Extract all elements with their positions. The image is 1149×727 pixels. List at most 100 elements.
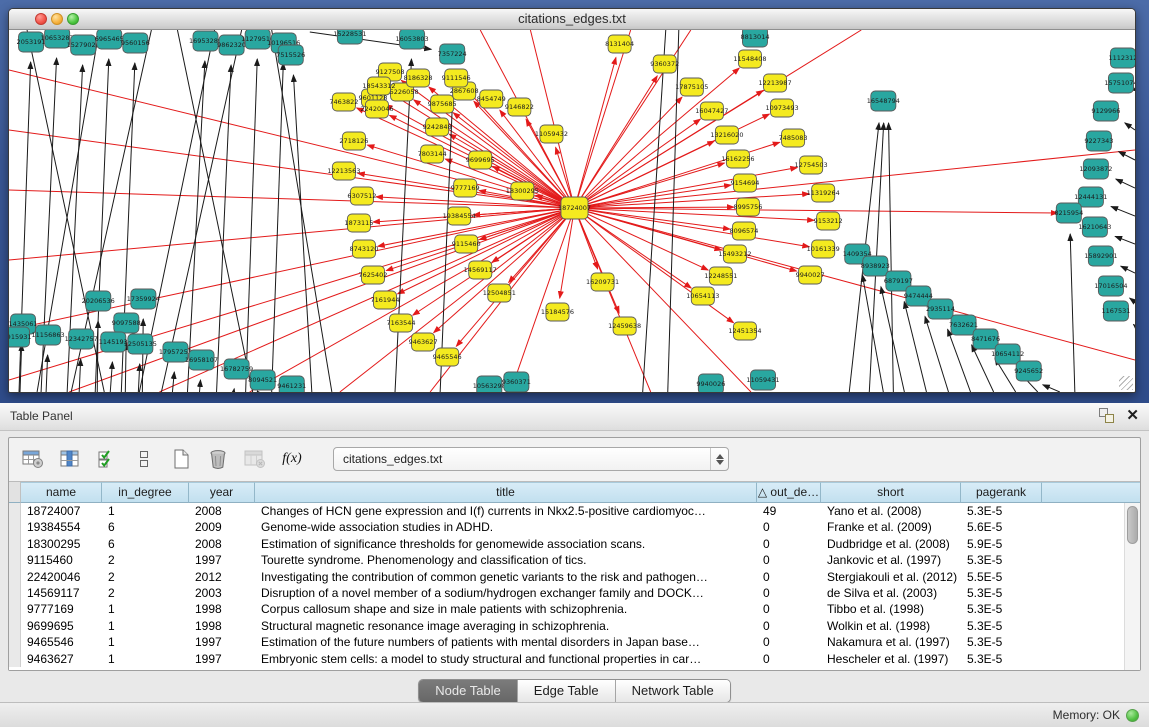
graph-node[interactable]: 12505135	[124, 334, 157, 354]
graph-node[interactable]: 17359924	[127, 289, 160, 309]
zoom-window-icon[interactable]	[67, 13, 79, 25]
graph-node[interactable]: 7163544	[387, 314, 416, 332]
graph-node[interactable]: 9153212	[814, 212, 843, 230]
window-resize-grip[interactable]	[1119, 376, 1133, 390]
graph-node[interactable]: 13216020	[710, 126, 743, 144]
cell-in_degree[interactable]: 2	[102, 585, 189, 601]
graph-node[interactable]: 12754503	[795, 156, 828, 174]
scrollbar-thumb[interactable]	[1127, 506, 1138, 544]
graph-node[interactable]: 7357224	[438, 44, 467, 64]
graph-node[interactable]: 12248551	[704, 267, 737, 285]
cell-name[interactable]: 9463627	[21, 651, 102, 667]
cell-out_de[interactable]: 0	[757, 601, 821, 617]
graph-node[interactable]: 11156863	[32, 325, 65, 345]
graph-node[interactable]: 1167531	[1101, 301, 1130, 321]
cell-in_degree[interactable]: 1	[102, 618, 189, 634]
cell-year[interactable]: 2008	[189, 503, 255, 519]
graph-node[interactable]: 11319264	[807, 184, 840, 202]
network-canvas[interactable]: 2053191106532871527902069654659560156169…	[9, 30, 1135, 392]
graph-node[interactable]: 12451354	[728, 322, 761, 340]
cell-out_de[interactable]: 49	[757, 503, 821, 519]
cell-short[interactable]: de Silva et al. (2003)	[821, 585, 961, 601]
graph-node[interactable]: 15184576	[541, 303, 574, 321]
graph-node[interactable]: 11548408	[733, 50, 766, 68]
graph-node[interactable]: 9097588	[112, 313, 141, 333]
cell-pagerank[interactable]: 5.5E-5	[961, 569, 1042, 585]
float-panel-icon[interactable]	[1099, 408, 1114, 423]
cell-title[interactable]: Tourette syndrome. Phenomenology and cla…	[255, 552, 757, 568]
graph-node[interactable]: 7515526	[276, 45, 305, 65]
table-row[interactable]: 1456911722003Disruption of a novel membe…	[9, 585, 1124, 601]
graph-node[interactable]: 2718126	[339, 132, 368, 150]
graph-node[interactable]: 12213987	[758, 74, 791, 92]
graph-node[interactable]: 19384554	[443, 207, 476, 225]
graph-node[interactable]: 7485083	[779, 129, 808, 147]
graph-node[interactable]: 9242848	[423, 118, 452, 136]
graph-node[interactable]: 1112312	[1108, 48, 1135, 68]
table-row[interactable]: 1830029562008Estimation of significance …	[9, 536, 1124, 552]
cell-pagerank[interactable]: 5.3E-5	[961, 601, 1042, 617]
function-builder-icon[interactable]: f(x)	[278, 445, 306, 473]
graph-node[interactable]: 10654113	[686, 287, 719, 305]
cell-out_de[interactable]: 0	[757, 618, 821, 634]
graph-node[interactable]: 8096574	[729, 222, 758, 240]
cell-short[interactable]: Dudbridge et al. (2008)	[821, 536, 961, 552]
graph-node[interactable]: 16548794	[867, 91, 900, 111]
vertical-scrollbar[interactable]	[1124, 503, 1140, 670]
cell-year[interactable]: 1997	[189, 651, 255, 667]
table-row[interactable]: 911546021997Tourette syndrome. Phenomeno…	[9, 552, 1124, 568]
cell-year[interactable]: 2009	[189, 519, 255, 535]
graph-node[interactable]: 15228531	[333, 30, 366, 44]
cell-in_degree[interactable]: 1	[102, 634, 189, 650]
graph-node[interactable]: 17875105	[675, 78, 708, 96]
cell-title[interactable]: Disruption of a novel member of a sodium…	[255, 585, 757, 601]
graph-node[interactable]: 12342757	[65, 329, 98, 349]
cell-name[interactable]: 9465546	[21, 634, 102, 650]
cell-in_degree[interactable]: 1	[102, 651, 189, 667]
cell-title[interactable]: Investigating the contribution of common…	[255, 569, 757, 585]
graph-node[interactable]: 9463627	[409, 333, 438, 351]
cell-in_degree[interactable]: 1	[102, 601, 189, 617]
graph-node[interactable]: 9360372	[650, 55, 679, 73]
graph-node[interactable]: 9227343	[1084, 131, 1113, 151]
graph-node[interactable]: 9699695	[466, 151, 495, 169]
cell-pagerank[interactable]: 5.3E-5	[961, 585, 1042, 601]
graph-node[interactable]: 9154694	[730, 174, 759, 192]
cell-pagerank[interactable]: 5.3E-5	[961, 618, 1042, 634]
graph-node[interactable]: 11059431	[746, 370, 779, 390]
table-row[interactable]: 946554611997Estimation of the future num…	[9, 634, 1124, 650]
column-header-short[interactable]: short	[821, 482, 961, 503]
graph-node[interactable]: 18300295	[506, 182, 539, 200]
memory-status-icon[interactable]	[1126, 709, 1139, 722]
graph-node[interactable]: 8131404	[605, 35, 634, 53]
cell-name[interactable]: 9777169	[21, 601, 102, 617]
cell-short[interactable]: Yano et al. (2008)	[821, 503, 961, 519]
cell-year[interactable]: 1997	[189, 552, 255, 568]
close-panel-icon[interactable]: ✕	[1126, 408, 1139, 423]
cell-title[interactable]: Embryonic stem cells: a model to study s…	[255, 651, 757, 667]
graph-node[interactable]: 8186328	[404, 69, 433, 87]
graph-node[interactable]: 16053803	[396, 30, 429, 49]
cell-short[interactable]: Stergiakouli et al. (2012)	[821, 569, 961, 585]
graph-node[interactable]: 7625402	[358, 266, 387, 284]
cell-in_degree[interactable]: 6	[102, 536, 189, 552]
table-row[interactable]: 946362711997Embryonic stem cells: a mode…	[9, 651, 1124, 667]
minimize-window-icon[interactable]	[51, 13, 63, 25]
graph-node[interactable]: 8813014	[740, 30, 769, 47]
table-row[interactable]: 1938455462009Genome-wide association stu…	[9, 519, 1124, 535]
cell-title[interactable]: Corpus callosum shape and size in male p…	[255, 601, 757, 617]
cell-name[interactable]: 19384554	[21, 519, 102, 535]
graph-node[interactable]: 22420046	[360, 100, 393, 118]
graph-node[interactable]: 9111546	[442, 69, 471, 87]
cell-out_de[interactable]: 0	[757, 651, 821, 667]
graph-node[interactable]: 8743120	[349, 240, 378, 258]
cell-out_de[interactable]: 0	[757, 519, 821, 535]
cell-short[interactable]: Jankovic et al. (1997)	[821, 552, 961, 568]
cell-in_degree[interactable]: 2	[102, 569, 189, 585]
cell-short[interactable]: Tibbo et al. (1998)	[821, 601, 961, 617]
graph-node[interactable]: 9129966	[1091, 101, 1120, 121]
graph-node[interactable]: 15493212	[718, 245, 751, 263]
graph-node[interactable]: 14569117	[464, 261, 497, 279]
cell-in_degree[interactable]: 1	[102, 503, 189, 519]
cell-title[interactable]: Estimation of significance thresholds fo…	[255, 536, 757, 552]
